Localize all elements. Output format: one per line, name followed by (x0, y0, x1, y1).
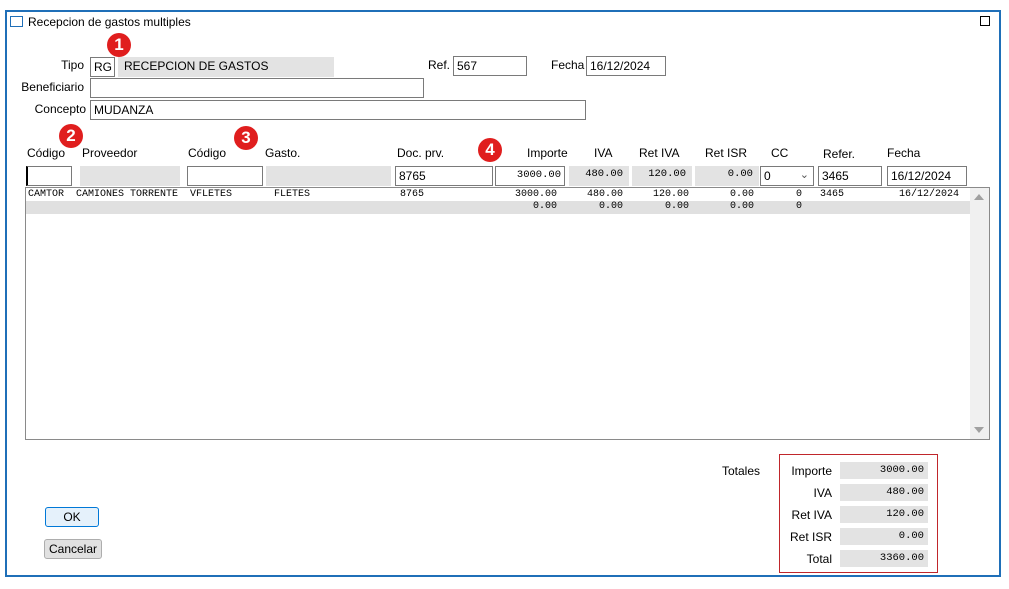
cell-refer: 3465 (820, 189, 845, 200)
entry-doc-prv-input[interactable]: 8765 (395, 166, 493, 186)
entry-proveedor-name (80, 166, 180, 186)
cell-importe: 3000.00 (514, 189, 557, 200)
cell-ret-iva: 0.00 (664, 201, 689, 212)
tipo-code-field[interactable]: RG (90, 57, 115, 77)
entry-ret-isr-value: 0.00 (695, 166, 759, 186)
total-ret-iva-label: Ret IVA (791, 508, 832, 522)
total-ret-iva-value: 120.00 (840, 506, 928, 523)
cell-importe: 0.00 (532, 201, 557, 212)
col-header-codigo-proveedor: Código (27, 146, 66, 160)
callout-badge-2: 2 (59, 124, 83, 148)
cell-ret-iva: 120.00 (652, 189, 689, 200)
window-title: Recepcion de gastos multiples (28, 15, 191, 29)
cell-proveedor: CAMIONES TORRENTE (76, 189, 179, 200)
grid-scrollbar[interactable] (970, 188, 989, 439)
col-header-proveedor: Proveedor (82, 146, 138, 160)
entry-refer-input[interactable]: 3465 (818, 166, 882, 186)
cell-ret-isr: 0.00 (729, 201, 754, 212)
cell-codigo: CAMTOR (28, 189, 65, 200)
cell-ret-isr: 0.00 (729, 189, 754, 200)
total-label: Total (806, 552, 832, 566)
chevron-down-icon[interactable]: ⌄ (800, 168, 809, 181)
col-header-ret-isr: Ret ISR (705, 146, 748, 160)
cell-iva: 0.00 (598, 201, 623, 212)
concepto-label: Concepto (34, 102, 86, 116)
ref-label: Ref. (428, 58, 451, 72)
entry-gasto-name (266, 166, 391, 186)
total-importe-value: 3000.00 (840, 462, 928, 479)
entry-codigo-proveedor-input[interactable] (26, 166, 72, 186)
col-header-fecha: Fecha (887, 146, 921, 160)
fecha-field[interactable]: 16/12/2024 (586, 56, 666, 76)
totales-label: Totales (722, 464, 761, 478)
cell-iva: 480.00 (586, 189, 623, 200)
col-header-iva: IVA (594, 146, 613, 160)
scroll-up-icon[interactable] (974, 194, 984, 200)
col-header-refer: Refer. (823, 147, 856, 161)
cell-cc: 0 (795, 201, 802, 212)
beneficiario-field[interactable] (90, 78, 424, 98)
beneficiario-label: Beneficiario (21, 80, 84, 94)
cell-cc: 0 (795, 189, 802, 200)
callout-badge-3: 3 (234, 126, 258, 150)
ok-button[interactable]: OK (45, 507, 99, 527)
cell-fecha: 16/12/2024 (898, 189, 959, 200)
tipo-label: Tipo (61, 58, 84, 72)
col-header-codigo-gasto: Código (188, 146, 227, 160)
tipo-description: RECEPCION DE GASTOS (118, 57, 334, 77)
fecha-label: Fecha (551, 58, 585, 72)
col-header-importe: Importe (527, 146, 568, 160)
concepto-field[interactable]: MUDANZA (90, 100, 586, 120)
callout-badge-4: 4 (478, 138, 502, 162)
ref-field[interactable]: 567 (453, 56, 527, 76)
entry-iva-value: 480.00 (569, 166, 629, 186)
col-header-cc: CC (771, 146, 789, 160)
scroll-down-icon[interactable] (974, 427, 984, 433)
total-iva-value: 480.00 (840, 484, 928, 501)
total-importe-label: Importe (791, 464, 832, 478)
window-icon (10, 16, 23, 27)
entry-fecha-input[interactable]: 16/12/2024 (887, 166, 967, 186)
cell-codigo-gasto: VFLETES (190, 189, 233, 200)
total-value: 3360.00 (840, 550, 928, 567)
cell-gasto: FLETES (274, 189, 311, 200)
callout-badge-1: 1 (107, 33, 131, 57)
entry-cc-select[interactable]: 0 ⌄ (760, 166, 814, 186)
table-row[interactable]: 0.00 0.00 0.00 0.00 0 (26, 201, 971, 214)
col-header-ret-iva: Ret IVA (639, 146, 680, 160)
total-iva-label: IVA (813, 486, 832, 500)
col-header-doc-prv: Doc. prv. (397, 146, 445, 160)
entry-cc-value: 0 (764, 169, 771, 183)
entry-importe-input[interactable]: 3000.00 (495, 166, 565, 186)
expenses-grid[interactable]: CAMTOR CAMIONES TORRENTE VFLETES FLETES … (25, 187, 990, 440)
cancel-button[interactable]: Cancelar (44, 539, 102, 559)
total-ret-isr-label: Ret ISR (789, 530, 832, 544)
cell-doc-prv: 8765 (400, 189, 425, 200)
maximize-button[interactable] (980, 16, 990, 26)
entry-codigo-gasto-input[interactable] (187, 166, 263, 186)
total-ret-isr-value: 0.00 (840, 528, 928, 545)
col-header-gasto: Gasto. (265, 146, 301, 160)
entry-ret-iva-value: 120.00 (632, 166, 692, 186)
